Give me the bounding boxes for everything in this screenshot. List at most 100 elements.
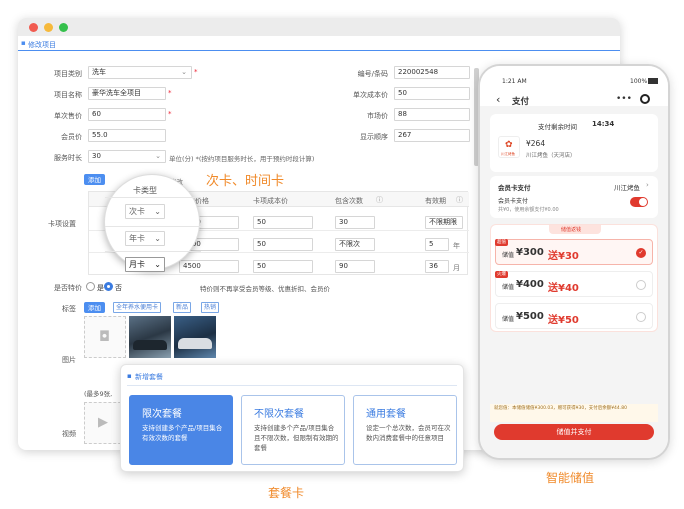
radio-no[interactable]: [86, 282, 95, 291]
col-card-type: 卡类型: [133, 186, 157, 195]
store-name: 川江烤鱼（天河店）: [526, 153, 576, 159]
member-price-input[interactable]: 55.0: [88, 129, 166, 142]
package-limited-times[interactable]: 限次套餐 支持创建多个产品/项目集合有效次数的套餐: [129, 395, 233, 465]
chevron-down-icon: ⌄: [181, 68, 187, 76]
status-time: 1:21 AM: [502, 78, 527, 85]
amount: ¥264: [526, 139, 546, 148]
recharge-option[interactable]: 超值 储值 ¥300 送¥30 ✓: [495, 239, 653, 265]
code-input[interactable]: 220002548: [394, 66, 470, 79]
required-mark: *: [194, 68, 198, 76]
recharge-pay-button[interactable]: 储值并支付: [494, 424, 654, 440]
member-store[interactable]: 川江烤鱼: [614, 182, 640, 192]
member-price-label: 会员价: [61, 133, 82, 141]
back-icon[interactable]: ‹: [496, 93, 500, 106]
radio-yes-label: 否: [115, 284, 122, 292]
footer-note: 就您值：本储值储值¥300.03，赠可获得¥30，支付后余额¥44.80: [490, 404, 658, 422]
package-unlimited-times[interactable]: 不限次套餐 支持创建多个产品/项目集合且不限次数，但限制有效期的套餐: [241, 395, 345, 465]
duration-label: 服务时长: [54, 154, 82, 162]
card-settings-label: 卡项设置: [48, 220, 76, 228]
store-logo: ✿ 川江烤鱼: [498, 136, 520, 158]
card-cost-input[interactable]: 50: [253, 238, 313, 251]
option-price: ¥400: [516, 279, 544, 290]
option-bonus: 送¥50: [548, 315, 579, 326]
more-icon[interactable]: •••: [616, 94, 632, 104]
fish-icon: ✿: [505, 140, 513, 150]
cost-label: 单次成本价: [353, 91, 388, 99]
order-card: 支付剩余时间 14:34 ✿ 川江烤鱼 ¥264 川江烤鱼（天河店）: [490, 114, 658, 172]
cost-input[interactable]: 50: [394, 87, 470, 100]
package-desc: 支持创建多个产品/项目集合有效次数的套餐: [142, 424, 223, 442]
phone-caption: 智能储值: [546, 471, 595, 485]
member-pay-toggle[interactable]: [630, 197, 648, 207]
duration-select[interactable]: 30 ⌄: [88, 150, 166, 163]
name-input[interactable]: 豪华洗车全项目: [88, 87, 166, 100]
recharge-option[interactable]: 储值 ¥500 送¥50: [495, 303, 653, 329]
tag-item[interactable]: 新品: [173, 302, 192, 313]
section-marker: ▪: [21, 39, 26, 47]
market-input[interactable]: 88: [394, 108, 470, 121]
order-input[interactable]: 267: [394, 129, 470, 142]
recharge-card: 储值返钱 超值 储值 ¥300 送¥30 ✓ 火爆 储值 ¥400 送¥40 储…: [490, 224, 658, 332]
car-photo[interactable]: [129, 316, 171, 358]
tags-label: 标签: [62, 305, 76, 313]
radio-yes[interactable]: [104, 282, 113, 291]
card-cost-input[interactable]: 50: [253, 216, 313, 229]
add-card-button[interactable]: 添加: [84, 174, 105, 185]
card-count-input[interactable]: 不限次: [335, 238, 375, 251]
card-type-select[interactable]: 月卡 ⌄: [125, 257, 165, 272]
close-dot[interactable]: [29, 23, 38, 32]
card-type-select[interactable]: 次卡 ⌄: [125, 204, 165, 219]
price-label: 单次售价: [54, 112, 82, 120]
card-validity-input[interactable]: 36: [425, 260, 449, 273]
camera-icon: ◘: [99, 329, 111, 345]
price-input[interactable]: 60: [88, 108, 166, 121]
upload-picture-slot[interactable]: ◘: [84, 316, 126, 358]
magnifier: 卡类型 次卡 ⌄ 年卡 ⌄ 月卡 ⌄: [104, 174, 201, 272]
add-tag-button[interactable]: 添加: [84, 302, 105, 313]
car-photo[interactable]: [174, 316, 216, 358]
member-pay-label: 会员卡支付: [498, 184, 531, 192]
card-validity-input[interactable]: 5: [425, 238, 449, 251]
recharge-ribbon: 储值返钱: [549, 225, 601, 234]
market-label: 市场价: [367, 112, 388, 120]
option-price: ¥300: [516, 247, 544, 258]
radio-circle: [636, 280, 646, 290]
required-mark: *: [168, 89, 172, 97]
package-general[interactable]: 通用套餐 设定一个总次数，会员可在次数内消费套餐中的任意项目: [353, 395, 457, 465]
popup-title: 新增套餐: [135, 373, 163, 381]
check-icon: ✓: [636, 248, 646, 258]
close-mini-icon[interactable]: [640, 94, 650, 104]
category-select[interactable]: 洗车 ⌄: [88, 66, 192, 79]
option-bonus: 送¥40: [548, 283, 579, 294]
card-validity-input[interactable]: 不限期限: [425, 216, 463, 229]
battery: 100%: [630, 78, 648, 85]
duration-hint: 单位(分) *(按约项目服务时长，用于预约时段计算): [169, 155, 315, 163]
pictures-label: 图片: [62, 356, 76, 364]
chevron-down-icon: ⌄: [154, 234, 161, 243]
member-pay-card: 会员卡支付 川江烤鱼 › 会员卡支付 共¥0，使用余额支付¥0.00: [490, 176, 658, 218]
option-badge: 火爆: [495, 271, 508, 278]
card-price-input[interactable]: 4500: [179, 260, 239, 273]
tag-item[interactable]: 热销: [201, 302, 220, 313]
countdown-value: 14:34: [592, 120, 615, 128]
package-name: 限次套餐: [142, 409, 182, 420]
recharge-option[interactable]: 火爆 储值 ¥400 送¥40: [495, 271, 653, 297]
tag-item[interactable]: 全年养水便用卡: [113, 302, 162, 313]
special-hint: 特价则不再享受会员等级、优惠折扣、会员价: [200, 285, 330, 293]
card-count-input[interactable]: 90: [335, 260, 375, 273]
chevron-down-icon: ⌄: [155, 152, 161, 160]
member-card-label: 会员卡支付: [498, 198, 529, 205]
validity-unit: 年: [453, 242, 460, 250]
package-name: 通用套餐: [366, 409, 406, 420]
card-type-select[interactable]: 年卡 ⌄: [125, 231, 165, 246]
package-desc: 设定一个总次数，会员可在次数内消费套餐中的任意项目: [366, 424, 451, 442]
maximize-dot[interactable]: [59, 23, 68, 32]
card-count-input[interactable]: 30: [335, 216, 375, 229]
package-popup: ▪ 新增套餐 限次套餐 支持创建多个产品/项目集合有效次数的套餐 不限次套餐 支…: [120, 364, 464, 472]
code-label: 编号/条码: [357, 70, 388, 78]
card-cost-input[interactable]: 50: [253, 260, 313, 273]
package-name: 不限次套餐: [254, 409, 304, 420]
radio-circle: [636, 312, 646, 322]
help-icon: ⓘ: [456, 196, 463, 204]
minimize-dot[interactable]: [44, 23, 53, 32]
